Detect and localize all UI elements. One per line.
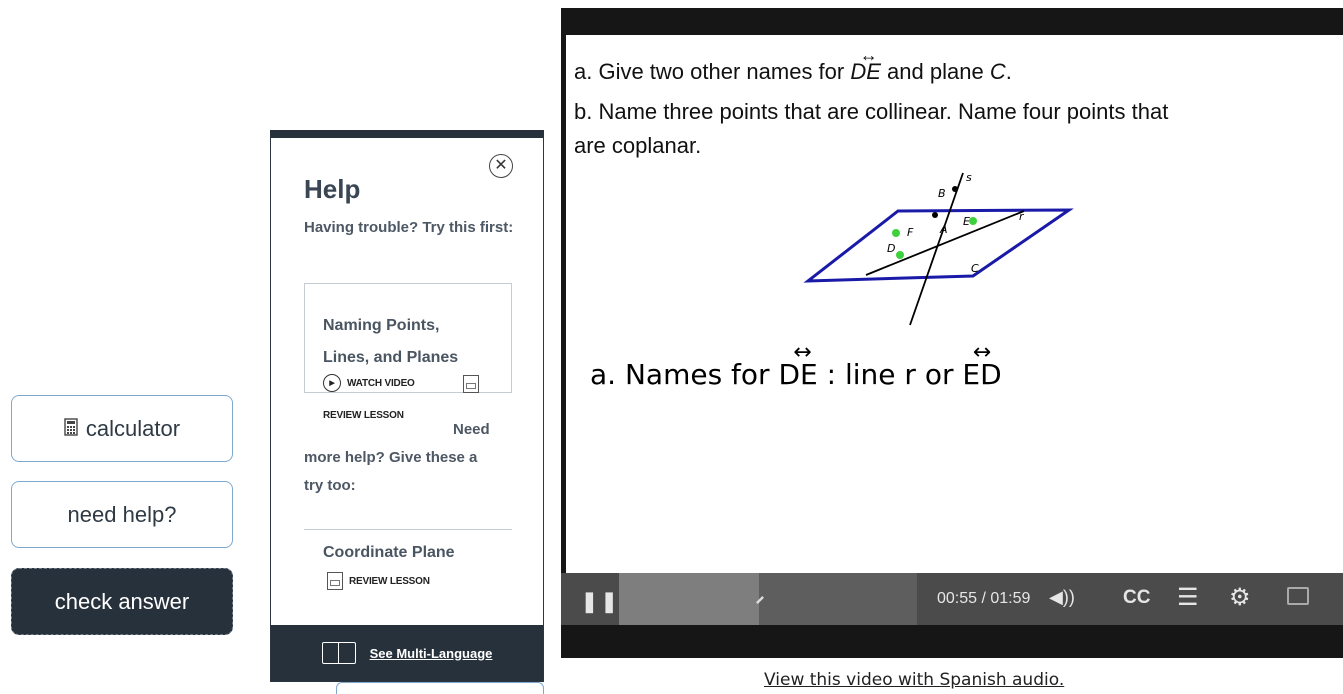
- more-help-text-2: more help? Give these a: [304, 449, 478, 466]
- lesson-card-title-line1: Naming Points,: [323, 317, 440, 334]
- close-icon[interactable]: ✕: [489, 154, 513, 178]
- handwritten-colon: :: [826, 358, 837, 391]
- handwritten-de: ↔ DE: [778, 340, 818, 391]
- help-panel: ✕ Help Having trouble? Try this first: N…: [270, 130, 544, 682]
- chapters-icon[interactable]: ☰: [1177, 583, 1199, 612]
- label-f: F: [907, 226, 914, 239]
- more-help-text-1: Need: [453, 421, 490, 438]
- extra-review-lesson-label: REVIEW LESSON: [349, 575, 430, 587]
- point-f: [892, 229, 900, 237]
- buffered-segment: [619, 573, 759, 625]
- extra-review-lesson-link[interactable]: REVIEW LESSON: [327, 572, 430, 590]
- book-icon: [321, 642, 356, 664]
- label-b: B: [938, 187, 946, 200]
- lesson-card-title-line2: Lines, and Planes: [323, 349, 459, 366]
- check-answer-button[interactable]: check answer: [11, 568, 233, 635]
- help-footer: See Multi-Language: [271, 625, 543, 681]
- point-a: [932, 212, 938, 218]
- more-help-text-3: try too:: [304, 477, 356, 494]
- help-intro: Having trouble? Try this first:: [304, 219, 514, 236]
- review-lesson-label: REVIEW LESSON: [323, 410, 404, 421]
- volume-icon[interactable]: ◀)): [1049, 587, 1075, 608]
- video-controls: ❚❚ 00:55 / 01:59 ◀)) CC ☰ ⚙: [561, 573, 1343, 625]
- need-help-label: need help?: [67, 501, 177, 527]
- handwritten-answer: a. Names for ↔ DE : line r or ↔ ED: [590, 340, 1002, 391]
- calculator-button[interactable]: calculator: [11, 395, 233, 462]
- captions-button[interactable]: CC: [1123, 587, 1150, 609]
- settings-icon[interactable]: ⚙: [1229, 583, 1251, 612]
- spanish-audio-link[interactable]: View this video with Spanish audio.: [764, 670, 1064, 690]
- label-a: A: [939, 223, 948, 236]
- geometry-diagram: s B F E r D A C: [803, 171, 1074, 326]
- watch-video-link[interactable]: ▶ WATCH VIDEO: [323, 374, 415, 392]
- handwritten-prefix: a. Names for: [590, 358, 770, 391]
- point-e: [969, 217, 977, 225]
- fullscreen-icon[interactable]: [1287, 587, 1309, 605]
- label-r: r: [1019, 210, 1025, 223]
- check-answer-label: check answer: [54, 588, 190, 614]
- point-b: [952, 186, 958, 192]
- point-d: [896, 251, 904, 259]
- played-segment: [759, 573, 917, 625]
- divider: [304, 529, 512, 530]
- review-lesson-link[interactable]: REVIEW LESSON: [323, 410, 404, 421]
- extra-lesson-title: Coordinate Plane: [323, 544, 455, 561]
- need-help-button[interactable]: need help?: [11, 481, 233, 548]
- label-s: s: [966, 171, 972, 184]
- document-icon: [463, 375, 479, 393]
- document-icon: [327, 572, 343, 590]
- pause-icon[interactable]: ❚❚: [581, 589, 621, 614]
- help-title: Help: [304, 174, 361, 204]
- handwritten-or: or: [924, 358, 954, 391]
- partial-button: [336, 682, 544, 694]
- handwritten-line-r: line r: [844, 358, 916, 391]
- video-frame: a. Give two other names for ↔ DE and pla…: [566, 35, 1343, 573]
- label-c: C: [971, 262, 979, 275]
- multi-language-link[interactable]: See Multi-Language: [370, 646, 493, 661]
- time-display: 00:55 / 01:59: [937, 590, 1031, 607]
- label-d: D: [887, 242, 895, 255]
- calculator-label: calculator: [85, 415, 181, 441]
- watch-video-label: WATCH VIDEO: [347, 377, 415, 389]
- handwritten-ed: ↔ ED: [962, 340, 1002, 391]
- label-e: E: [963, 215, 970, 228]
- line-s: [909, 172, 964, 326]
- play-icon: ▶: [323, 374, 341, 392]
- calculator-icon: [64, 416, 78, 442]
- video-player[interactable]: a. Give two other names for ↔ DE and pla…: [561, 8, 1343, 658]
